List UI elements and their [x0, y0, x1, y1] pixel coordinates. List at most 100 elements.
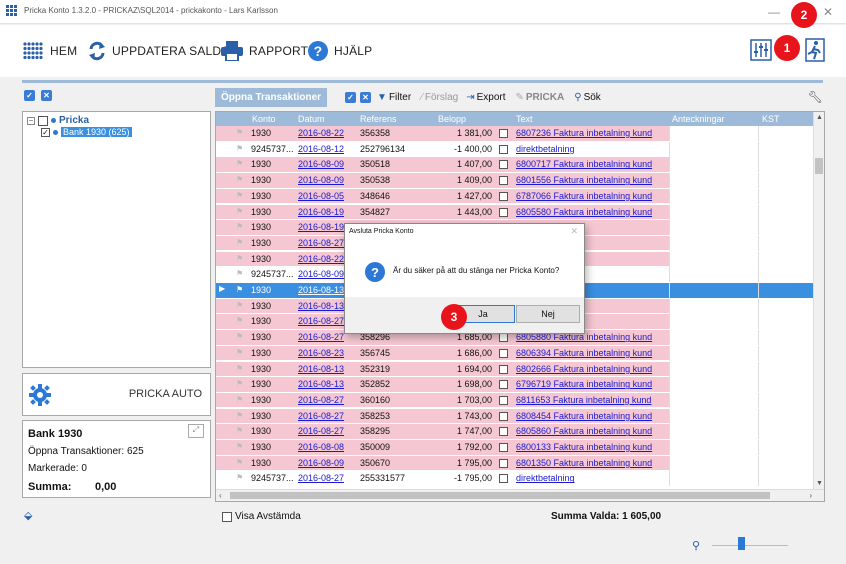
cell-anteckningar[interactable]	[669, 471, 758, 487]
cell-kst[interactable]	[758, 361, 813, 377]
cell-datum[interactable]: 2016-08-22	[298, 254, 344, 264]
row-checkbox[interactable]	[499, 333, 508, 343]
table-row[interactable]: ⚑ 1930 2016-08-09 350538 1 409,00 6801556 Fak…	[216, 173, 813, 189]
row-checkbox[interactable]	[499, 380, 508, 390]
cell-text[interactable]: 6796719 Faktura inbetalning kund	[516, 379, 652, 389]
cell-kst[interactable]	[758, 220, 813, 236]
table-row[interactable]: ⚑ 1930 2016-08-27 358253 1 743,00 6808454 Fak…	[216, 408, 813, 425]
row-checkbox[interactable]	[499, 458, 508, 468]
flag-icon[interactable]: ⚑	[236, 332, 243, 341]
row-checkbox[interactable]	[499, 129, 508, 138]
cell-datum[interactable]: 2016-08-09	[298, 458, 344, 468]
cell-kst[interactable]	[758, 157, 813, 173]
paint-bucket-icon[interactable]: ⬙	[24, 509, 32, 522]
cell-datum[interactable]: 2016-08-05	[298, 191, 344, 201]
row-checkbox[interactable]	[499, 411, 508, 421]
table-row[interactable]: ⚑ 9245737... 2016-08-12 252796134 -1 400,00 d…	[216, 141, 813, 158]
flag-icon[interactable]: ⚑	[236, 301, 243, 310]
flag-icon[interactable]: ⚑	[236, 364, 243, 373]
col-text[interactable]: Text	[516, 114, 533, 124]
cell-datum[interactable]: 2016-08-27	[298, 411, 344, 421]
cell-anteckningar[interactable]	[669, 440, 758, 455]
flag-icon[interactable]: ⚑	[236, 128, 243, 137]
flag-icon[interactable]: ⚑	[236, 442, 243, 451]
cell-text[interactable]: 6787066 Faktura inbetalning kund	[516, 191, 652, 201]
cell-datum[interactable]: 2016-08-13	[298, 285, 344, 295]
horizontal-scrollbar[interactable]: ‹ ›	[216, 489, 824, 501]
close-window-button[interactable]: ✕	[814, 2, 842, 22]
report-button[interactable]: RAPPORT	[221, 38, 308, 64]
cell-datum[interactable]: 2016-08-13	[298, 364, 344, 374]
flag-icon[interactable]: ⚑	[236, 458, 243, 467]
cell-kst[interactable]	[758, 141, 813, 157]
table-row[interactable]: ⚑ 1930 2016-08-27 360160 1 703,00 6811653 Fak…	[216, 392, 813, 409]
vertical-scrollbar[interactable]: ▲ ▼	[813, 112, 824, 489]
table-row[interactable]: ⚑ 1930 2016-08-13 352319 1 694,00 6802666 Fak…	[216, 361, 813, 377]
flag-icon[interactable]: ⚑	[236, 473, 243, 482]
cell-anteckningar[interactable]	[669, 251, 758, 267]
row-checkbox[interactable]	[499, 443, 508, 452]
row-checkbox[interactable]	[499, 176, 508, 186]
cell-anteckningar[interactable]	[669, 173, 758, 189]
cell-text[interactable]: 6802666 Faktura inbetalning kund	[516, 364, 652, 374]
table-row[interactable]: ⚑ 1930 2016-08-22 356358 1 381,00 6807236 Fak…	[216, 126, 813, 142]
home-button[interactable]: HEM	[22, 38, 77, 64]
cell-anteckningar[interactable]	[669, 408, 758, 424]
cell-datum[interactable]: 2016-08-08	[298, 442, 344, 452]
cell-text[interactable]: 6805580 Faktura inbetalning kund	[516, 207, 652, 217]
cell-datum[interactable]: 2016-08-27	[298, 473, 344, 483]
check-all-checkbox[interactable]: ✓	[345, 91, 357, 103]
flag-icon[interactable]: ⚑	[236, 426, 243, 435]
row-checkbox[interactable]	[499, 395, 508, 405]
cell-anteckningar[interactable]	[669, 314, 758, 330]
cell-text[interactable]: 6805860 Faktura inbetalning kund	[516, 426, 652, 436]
cell-anteckningar[interactable]	[669, 188, 758, 204]
uncheck-all-checkbox[interactable]: ✕	[360, 91, 372, 103]
pricka-button[interactable]: PRICKA	[526, 92, 564, 103]
settings-sliders-icon[interactable]	[750, 39, 772, 61]
tree-collapse-icon[interactable]: −	[27, 116, 35, 125]
cell-anteckningar[interactable]	[669, 157, 758, 173]
tree-root-checkbox[interactable]	[38, 115, 48, 126]
cell-text[interactable]: 6806394 Faktura inbetalning kund	[516, 348, 652, 358]
cell-datum[interactable]: 2016-08-09	[298, 159, 344, 169]
suggestion-button[interactable]: Förslag	[425, 92, 458, 103]
zoom-slider-thumb[interactable]	[738, 537, 745, 550]
row-checkbox[interactable]	[499, 427, 508, 437]
cell-kst[interactable]	[758, 330, 813, 346]
table-row[interactable]: ⚑ 1930 2016-08-08 350009 1 792,00 6800133 Fak…	[216, 440, 813, 456]
cell-kst[interactable]	[758, 408, 813, 424]
cell-kst[interactable]	[758, 345, 813, 361]
cell-anteckningar[interactable]	[669, 235, 758, 251]
row-checkbox[interactable]	[499, 207, 508, 217]
search-button[interactable]: Sök	[584, 92, 601, 103]
cell-kst[interactable]	[758, 424, 813, 440]
flag-icon[interactable]: ⚑	[236, 316, 243, 325]
tree-child-label[interactable]: Bank 1930 (625)	[61, 127, 132, 137]
cell-datum[interactable]: 2016-08-27	[298, 332, 344, 342]
cell-datum[interactable]: 2016-08-27	[298, 316, 344, 326]
cell-anteckningar[interactable]	[669, 424, 758, 440]
cell-kst[interactable]	[758, 235, 813, 251]
cell-text[interactable]: 6807236 Faktura inbetalning kund	[516, 128, 652, 138]
minimize-button[interactable]: —	[760, 2, 788, 22]
no-button[interactable]: Nej	[516, 305, 580, 323]
cell-anteckningar[interactable]	[669, 298, 758, 314]
table-row[interactable]: ⚑ 1930 2016-08-27 358295 1 747,00 6805860 Fak…	[216, 424, 813, 440]
flag-icon[interactable]: ⚑	[236, 207, 243, 216]
table-row[interactable]: ⚑ 1930 2016-08-13 352852 1 698,00 6796719 Fak…	[216, 377, 813, 393]
cell-kst[interactable]	[758, 377, 813, 393]
flag-icon[interactable]: ⚑	[236, 222, 243, 231]
zoom-slider-track[interactable]	[712, 545, 788, 546]
cell-anteckningar[interactable]	[669, 220, 758, 236]
row-checkbox[interactable]	[499, 160, 508, 170]
cell-kst[interactable]	[758, 173, 813, 189]
cell-datum[interactable]: 2016-08-19	[298, 222, 344, 232]
col-belopp[interactable]: Belopp	[438, 114, 466, 124]
cell-anteckningar[interactable]	[669, 283, 758, 298]
cell-kst[interactable]	[758, 440, 813, 455]
cell-datum[interactable]: 2016-08-22	[298, 128, 344, 138]
flag-icon[interactable]: ⚑	[236, 144, 243, 153]
cell-kst[interactable]	[758, 314, 813, 330]
cell-text[interactable]: 6800717 Faktura inbetalning kund	[516, 159, 652, 169]
